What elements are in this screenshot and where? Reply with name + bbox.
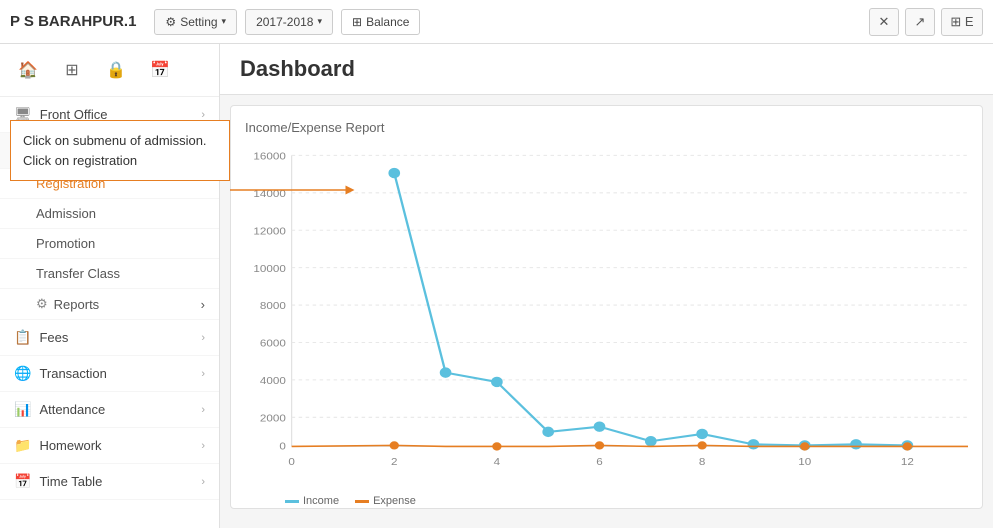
reports-label: Reports <box>54 297 100 312</box>
legend-income-label: Income <box>303 495 339 507</box>
chart-title: Income/Expense Report <box>245 120 968 135</box>
attendance-label: Attendance <box>39 402 105 417</box>
legend-expense-label: Expense <box>373 495 416 507</box>
homework-label: Homework <box>39 438 101 453</box>
year-label: 2017-2018 <box>256 15 313 29</box>
expand-icon[interactable]: ↗ <box>905 8 935 36</box>
fees-chevron: › <box>201 332 205 344</box>
attendance-icon: 📊 <box>14 401 31 418</box>
balance-icon: ⊞ <box>352 15 362 29</box>
submenu-reports[interactable]: ⚙ Reports › <box>0 289 219 320</box>
fullscreen-icon[interactable]: ✕ <box>869 8 899 36</box>
calendar-nav-icon[interactable]: 📅 <box>144 54 176 86</box>
legend-expense-color <box>355 500 369 503</box>
svg-text:10000: 10000 <box>253 263 285 274</box>
homework-icon: 📁 <box>14 437 31 454</box>
submenu-admission[interactable]: Admission <box>0 199 219 229</box>
chart-container: Income/Expense Report 16000 <box>230 105 983 509</box>
svg-text:0: 0 <box>288 457 294 468</box>
school-name: P S BARAHPUR.1 <box>10 13 136 30</box>
extra-icon[interactable]: ⊞ E <box>941 8 983 36</box>
svg-text:8000: 8000 <box>260 301 286 312</box>
svg-text:14000: 14000 <box>253 189 285 200</box>
setting-icon: ⚙ <box>165 15 176 29</box>
chart-svg: 16000 14000 12000 10000 8000 6000 4000 2… <box>245 145 968 488</box>
front-office-chevron: › <box>201 109 205 121</box>
content-area: Dashboard Income/Expense Report <box>220 44 993 528</box>
year-caret: ▾ <box>317 16 322 27</box>
svg-text:4: 4 <box>494 457 500 468</box>
legend-expense: Expense <box>355 495 416 507</box>
sidebar-item-homework[interactable]: 📁 Homework › <box>0 428 219 464</box>
setting-label: Setting <box>180 15 217 29</box>
svg-text:0: 0 <box>279 441 285 452</box>
fees-label: Fees <box>39 330 68 345</box>
top-bar: P S BARAHPUR.1 ⚙ Setting ▾ 2017-2018 ▾ ⊞… <box>0 0 993 44</box>
setting-button[interactable]: ⚙ Setting ▾ <box>154 9 237 35</box>
legend-income-color <box>285 500 299 503</box>
transfer-class-label: Transfer Class <box>36 266 120 281</box>
svg-text:12: 12 <box>901 457 914 468</box>
sidebar: 🏠 ⊞ 🔒 📅 🖥 Front Office › 🎓 Admission <box>0 44 220 528</box>
lock-nav-icon[interactable]: 🔒 <box>100 54 132 86</box>
svg-text:12000: 12000 <box>253 226 285 237</box>
fees-icon: 📋 <box>14 329 31 346</box>
setting-caret: ▾ <box>222 16 227 27</box>
sidebar-item-transaction[interactable]: 🌐 Transaction › <box>0 356 219 392</box>
timetable-label: Time Table <box>39 474 102 489</box>
sub-admission-label: Admission <box>36 206 96 221</box>
reports-icon: ⚙ <box>36 296 48 312</box>
submenu-promotion[interactable]: Promotion <box>0 229 219 259</box>
svg-text:8: 8 <box>699 457 705 468</box>
sidebar-item-timetable[interactable]: 📅 Time Table › <box>0 464 219 500</box>
year-button[interactable]: 2017-2018 ▾ <box>245 9 333 35</box>
timetable-icon: 📅 <box>14 473 31 490</box>
svg-text:6000: 6000 <box>260 338 286 349</box>
annotation-box: Click on submenu of admission.Click on r… <box>10 120 230 181</box>
svg-text:10: 10 <box>798 457 811 468</box>
transaction-icon: 🌐 <box>14 365 31 382</box>
legend-income: Income <box>285 495 339 507</box>
svg-text:4000: 4000 <box>260 376 286 387</box>
svg-text:6: 6 <box>596 457 602 468</box>
reports-chevron: › <box>201 297 205 312</box>
sidebar-item-attendance[interactable]: 📊 Attendance › <box>0 392 219 428</box>
transaction-chevron: › <box>201 368 205 380</box>
promotion-label: Promotion <box>36 236 95 251</box>
svg-text:2: 2 <box>391 457 397 468</box>
timetable-chevron: › <box>201 476 205 488</box>
homework-chevron: › <box>201 440 205 452</box>
attendance-chevron: › <box>201 404 205 416</box>
chart-legend: Income Expense <box>245 495 968 507</box>
annotation-text: Click on submenu of admission.Click on r… <box>23 133 207 168</box>
main-layout: 🏠 ⊞ 🔒 📅 🖥 Front Office › 🎓 Admission <box>0 44 993 528</box>
svg-text:2000: 2000 <box>260 413 286 424</box>
balance-button[interactable]: ⊞ Balance <box>341 9 420 35</box>
dashboard-header: Dashboard <box>220 44 993 95</box>
submenu-transfer-class[interactable]: Transfer Class <box>0 259 219 289</box>
dashboard-title: Dashboard <box>240 56 355 82</box>
transaction-label: Transaction <box>39 366 106 381</box>
balance-label: Balance <box>366 15 409 29</box>
svg-text:16000: 16000 <box>253 151 285 162</box>
grid-nav-icon[interactable]: ⊞ <box>56 54 88 86</box>
sidebar-item-fees[interactable]: 📋 Fees › <box>0 320 219 356</box>
top-bar-actions: ✕ ↗ ⊞ E <box>869 8 983 36</box>
icon-nav: 🏠 ⊞ 🔒 📅 <box>0 44 219 97</box>
home-nav-icon[interactable]: 🏠 <box>12 54 44 86</box>
